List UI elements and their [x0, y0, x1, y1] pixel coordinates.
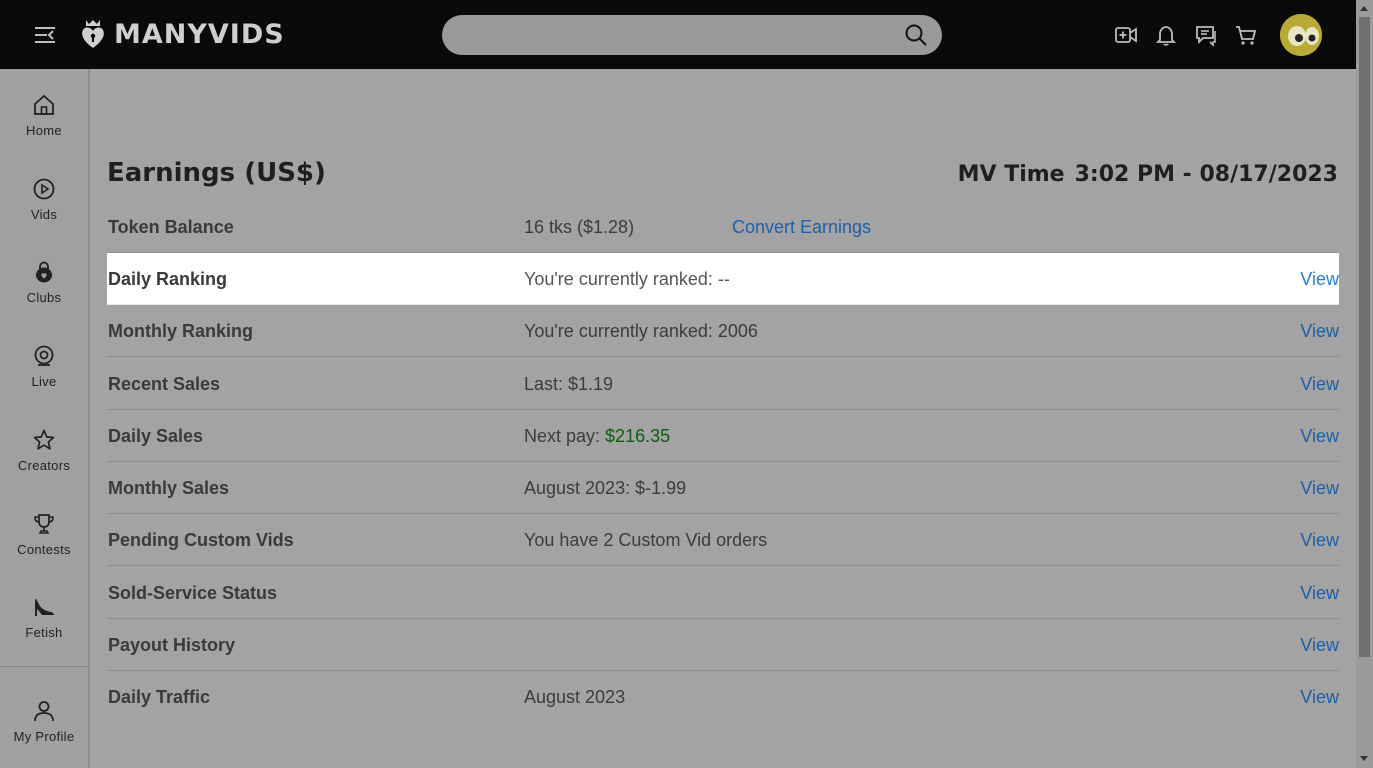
row-label: Pending Custom Vids [108, 530, 294, 550]
row-value: August 2023 [524, 687, 626, 707]
view-link[interactable]: View [1300, 321, 1339, 342]
menu-toggle-icon[interactable] [33, 24, 57, 46]
page-title: Earnings (US$) [107, 158, 326, 188]
messages-icon[interactable] [1194, 23, 1218, 47]
scroll-down-arrow[interactable] [1360, 756, 1368, 761]
sidebar-item-creators[interactable]: Creators [0, 428, 88, 498]
row-label: Daily Ranking [108, 269, 228, 289]
sidebar-item-label: Vids [30, 207, 58, 222]
user-icon [34, 701, 54, 722]
search-input[interactable] [442, 15, 942, 55]
sidebar-item-home[interactable]: Home [0, 93, 88, 163]
sidebar-item-clubs[interactable]: Clubs [0, 260, 88, 330]
sidebar-item-fetish[interactable]: Fetish [0, 595, 88, 665]
sidebar-item-vids[interactable]: Vids [0, 177, 88, 247]
search-icon[interactable] [904, 23, 928, 47]
earnings-row-recent-sales: Recent Sales Last: $1.19 View [107, 358, 1339, 410]
view-link[interactable]: View [1300, 478, 1339, 499]
view-link[interactable]: View [1300, 426, 1339, 447]
earnings-row-daily-sales: Daily Sales Next pay: $216.35 View [107, 410, 1339, 462]
row-value: You're currently ranked: -- [524, 269, 730, 289]
trophy-icon [34, 514, 54, 534]
earnings-row-daily-ranking: Daily Ranking You're currently ranked: -… [107, 253, 1339, 305]
avatar-icon [1280, 14, 1322, 56]
view-link[interactable]: View [1300, 374, 1339, 395]
convert-earnings-link[interactable]: Convert Earnings [732, 217, 871, 238]
earnings-row-daily-traffic: Daily Traffic August 2023 View [107, 671, 1339, 723]
sidebar-item-label: Clubs [26, 290, 62, 305]
home-icon [34, 94, 54, 115]
earnings-row-monthly-ranking: Monthly Ranking You're currently ranked:… [107, 305, 1339, 357]
next-pay-label: Next pay: [524, 426, 606, 446]
next-pay-amount: $216.35 [605, 426, 671, 446]
row-label: Monthly Ranking [108, 321, 253, 341]
page-scrollbar[interactable] [1356, 0, 1373, 768]
row-label: Daily Traffic [108, 687, 211, 707]
view-link[interactable]: View [1300, 583, 1339, 604]
view-link[interactable]: View [1300, 635, 1339, 656]
row-value: 16 tks ($1.28) [524, 217, 635, 237]
row-value: You have 2 Custom Vid orders [524, 530, 768, 550]
earnings-row-sold-service-status: Sold-Service Status View [107, 567, 1339, 619]
earnings-row-token-balance: Token Balance 16 tks ($1.28) Convert Ear… [107, 201, 1339, 253]
scroll-thumb[interactable] [1359, 17, 1370, 657]
view-link[interactable]: View [1300, 269, 1339, 290]
sidebar-divider [0, 666, 88, 667]
logo[interactable]: MANYVIDS [80, 16, 285, 52]
sidebar-item-label: My Profile [13, 729, 75, 744]
logo-text: MANYVIDS [114, 18, 285, 50]
scroll-up-arrow[interactable] [1360, 6, 1368, 11]
row-value: You're currently ranked: 2006 [524, 321, 758, 341]
mv-time-label: MV Time [957, 162, 1065, 187]
sidebar-item-label: Contests [17, 542, 71, 557]
row-label: Sold-Service Status [108, 583, 278, 603]
play-icon [33, 178, 55, 200]
heel-icon [35, 599, 54, 616]
row-label: Monthly Sales [108, 478, 230, 498]
sidebar-item-live[interactable]: Live [0, 344, 88, 414]
sidebar: Home Vids Clubs Live Creators Contests F… [0, 69, 90, 768]
sidebar-item-label: Creators [17, 458, 71, 473]
row-value: Last: $1.19 [524, 374, 614, 394]
top-bar: MANYVIDS [0, 0, 1356, 69]
sidebar-item-contests[interactable]: Contests [0, 512, 88, 582]
view-link[interactable]: View [1300, 530, 1339, 551]
sidebar-item-my-profile[interactable]: My Profile [0, 699, 88, 768]
earnings-row-payout-history: Payout History View [107, 619, 1339, 671]
row-value: Next pay: $216.35 [524, 426, 670, 447]
row-label: Token Balance [108, 217, 234, 237]
view-link[interactable]: View [1300, 687, 1339, 708]
video-upload-icon[interactable] [1114, 23, 1138, 47]
row-value: August 2023: $-1.99 [524, 478, 687, 498]
mv-time: MV Time 3:02 PM - 08/17/2023 [958, 162, 1338, 187]
sidebar-item-label: Fetish [25, 625, 63, 640]
cart-icon[interactable] [1234, 23, 1258, 47]
sidebar-item-label: Home [26, 123, 62, 138]
star-icon [33, 429, 55, 450]
bell-icon[interactable] [1154, 23, 1178, 47]
avatar[interactable] [1280, 14, 1322, 56]
mv-time-value: 3:02 PM - 08/17/2023 [1074, 162, 1338, 187]
row-label: Recent Sales [108, 374, 221, 394]
row-label: Payout History [108, 635, 236, 655]
earnings-row-monthly-sales: Monthly Sales August 2023: $-1.99 View [107, 462, 1339, 514]
logo-heart-icon [82, 20, 104, 48]
sidebar-item-label: Live [31, 374, 57, 389]
row-label: Daily Sales [108, 426, 204, 446]
earnings-row-pending-custom-vids: Pending Custom Vids You have 2 Custom Vi… [107, 514, 1339, 566]
lock-heart-icon [36, 261, 52, 283]
webcam-icon [34, 345, 54, 366]
